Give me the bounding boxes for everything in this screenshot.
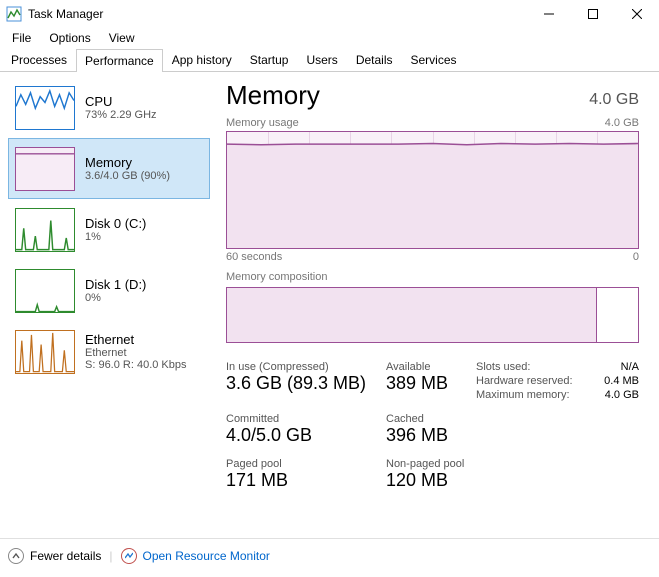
ethernet-sparkline-icon	[15, 330, 75, 374]
sidebar-item-label: Disk 1 (D:)	[85, 277, 146, 292]
sidebar-item-label: Memory	[85, 155, 170, 170]
page-title: Memory	[226, 80, 320, 111]
sidebar-item-stat: 73% 2.29 GHz	[85, 109, 157, 121]
menubar: File Options View	[0, 28, 659, 48]
stat-value: 0.4 MB	[596, 375, 639, 387]
composition-used-segment	[227, 288, 597, 342]
stat-value: 171 MB	[226, 470, 386, 491]
menu-view[interactable]: View	[101, 29, 143, 47]
menu-file[interactable]: File	[4, 29, 39, 47]
sidebar-item-stat: 3.6/4.0 GB (90%)	[85, 170, 170, 182]
usage-chart-max: 4.0 GB	[605, 117, 639, 129]
memory-total: 4.0 GB	[589, 91, 639, 109]
sidebar-item-memory[interactable]: Memory 3.6/4.0 GB (90%)	[8, 138, 210, 199]
stat-label: Committed	[226, 413, 386, 425]
tabs: Processes Performance App history Startu…	[0, 48, 659, 72]
stat-value: 396 MB	[386, 425, 476, 446]
usage-chart-label: Memory usage	[226, 117, 299, 129]
main-panel: Memory 4.0 GB Memory usage 4.0 GB 60 sec…	[210, 72, 659, 538]
window-title: Task Manager	[28, 7, 103, 21]
stat-label: Slots used:	[476, 361, 596, 373]
stat-value: 4.0/5.0 GB	[226, 425, 386, 446]
stat-value: 4.0 GB	[596, 389, 639, 401]
stat-label: Non-paged pool	[386, 458, 476, 470]
tab-app-history[interactable]: App history	[163, 48, 241, 71]
stat-value: N/A	[596, 361, 639, 373]
minimize-button[interactable]	[527, 0, 571, 28]
sidebar-item-stat: 0%	[85, 292, 146, 304]
axis-left: 60 seconds	[226, 251, 282, 263]
memory-composition-bar[interactable]	[226, 287, 639, 343]
stat-value: 120 MB	[386, 470, 476, 491]
sidebar-item-cpu[interactable]: CPU 73% 2.29 GHz	[8, 77, 210, 138]
stat-value: 3.6 GB (89.3 MB)	[226, 373, 386, 394]
sidebar-item-stat: 1%	[85, 231, 146, 243]
performance-sidebar: CPU 73% 2.29 GHz Memory 3.6/4.0 GB (90%)…	[0, 72, 210, 538]
tab-startup[interactable]: Startup	[241, 48, 298, 71]
stat-label: Cached	[386, 413, 476, 425]
sidebar-item-label: CPU	[85, 94, 157, 109]
tab-services[interactable]: Services	[402, 48, 466, 71]
sidebar-item-sublabel: Ethernet	[85, 347, 187, 359]
disk-sparkline-icon	[15, 269, 75, 313]
tab-users[interactable]: Users	[297, 48, 346, 71]
tab-processes[interactable]: Processes	[2, 48, 76, 71]
tab-details[interactable]: Details	[347, 48, 402, 71]
cpu-sparkline-icon	[15, 86, 75, 130]
menu-options[interactable]: Options	[41, 29, 98, 47]
stat-value: 389 MB	[386, 373, 476, 394]
stat-label: Hardware reserved:	[476, 375, 596, 387]
footer: Fewer details | Open Resource Monitor	[0, 538, 659, 572]
stat-label: In use (Compressed)	[226, 361, 386, 373]
stat-label: Available	[386, 361, 476, 373]
memory-sparkline-icon	[15, 147, 75, 191]
maximize-button[interactable]	[571, 0, 615, 28]
sidebar-item-ethernet[interactable]: Ethernet Ethernet S: 96.0 R: 40.0 Kbps	[8, 321, 210, 382]
sidebar-item-disk1[interactable]: Disk 1 (D:) 0%	[8, 260, 210, 321]
close-button[interactable]	[615, 0, 659, 28]
memory-stats: In use (Compressed) 3.6 GB (89.3 MB) Ava…	[226, 361, 639, 491]
fewer-details-button[interactable]: Fewer details	[30, 549, 101, 563]
chevron-up-icon[interactable]	[8, 548, 24, 564]
disk-sparkline-icon	[15, 208, 75, 252]
sidebar-item-disk0[interactable]: Disk 0 (C:) 1%	[8, 199, 210, 260]
composition-label: Memory composition	[226, 271, 639, 283]
sidebar-item-label: Disk 0 (C:)	[85, 216, 146, 231]
tab-performance[interactable]: Performance	[76, 49, 163, 72]
stat-label: Maximum memory:	[476, 389, 596, 401]
open-resource-monitor-link[interactable]: Open Resource Monitor	[143, 549, 270, 563]
memory-usage-chart[interactable]	[226, 131, 639, 249]
sidebar-item-label: Ethernet	[85, 332, 187, 347]
titlebar: Task Manager	[0, 0, 659, 28]
axis-right: 0	[633, 251, 639, 263]
resource-monitor-icon	[121, 548, 137, 564]
sidebar-item-stat: S: 96.0 R: 40.0 Kbps	[85, 359, 187, 371]
stat-label: Paged pool	[226, 458, 386, 470]
task-manager-icon	[6, 6, 22, 22]
